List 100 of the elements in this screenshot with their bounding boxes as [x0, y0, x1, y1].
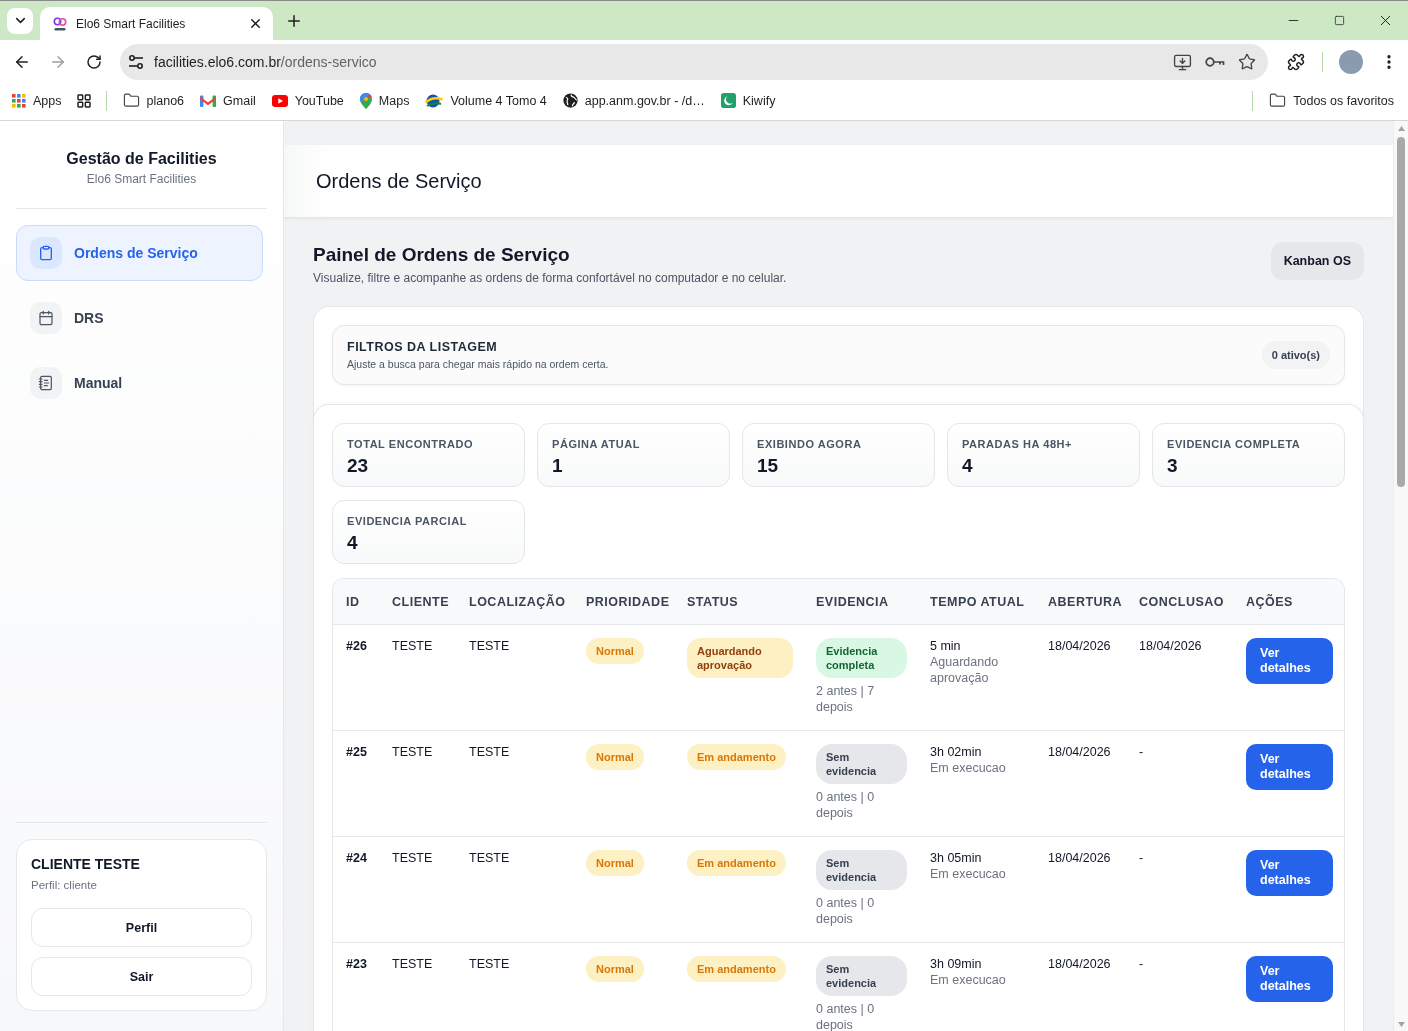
nav-item[interactable]: DRS	[16, 290, 263, 346]
column-header: ID	[345, 594, 361, 609]
profile-avatar[interactable]	[1339, 50, 1363, 74]
location-name: TESTE	[469, 850, 510, 866]
app-subtitle: Elo6 Smart Facilities	[85, 171, 198, 187]
filter-title: FILTROS DA LISTAGEM	[347, 339, 499, 355]
scrollbar[interactable]	[1393, 121, 1408, 1031]
column-header: STATUS	[686, 594, 740, 609]
time-status: Em execucao	[930, 760, 1007, 776]
evidence-tag: Evidencia completa	[816, 638, 907, 678]
evidence-count: 0 antes | 0 depois	[816, 789, 876, 821]
details-button[interactable]: Ver detalhes	[1246, 744, 1333, 790]
bookmark[interactable]: YouTube	[263, 86, 352, 115]
closed-date: -	[1139, 956, 1144, 972]
crescent-icon	[720, 93, 736, 108]
evidence-count: 0 antes | 0 depois	[816, 895, 876, 927]
address-bar[interactable]: facilities.elo6.com.br/ordens-servico	[120, 44, 1268, 80]
column-header: LOCALIZAÇÃO	[468, 594, 567, 609]
notebook-icon	[30, 367, 62, 399]
logo-icon	[53, 16, 67, 31]
bookmark-folder[interactable]: Todos os favoritos	[1261, 86, 1402, 115]
site-settings-icon[interactable]	[128, 55, 144, 69]
priority-tag: Normal	[586, 744, 644, 770]
close-icon[interactable]	[248, 16, 263, 31]
evidence-tag: Sem evidencia	[816, 744, 907, 784]
client-name: TESTE	[392, 956, 433, 972]
app-title: Gestão de Facilities	[65, 149, 218, 169]
star-icon[interactable]	[1238, 53, 1256, 71]
grid-icon[interactable]	[75, 92, 92, 109]
mail-icon	[200, 94, 217, 107]
stat-label: EXIBINDO AGORA	[757, 437, 863, 451]
stat-label: PÁGINA ATUAL	[552, 437, 642, 451]
globe-icon	[562, 93, 578, 108]
bookmark[interactable]: plano6	[114, 86, 193, 115]
elapsed-time: 5 min	[930, 638, 962, 654]
active-filter-count: 0 ativo(s)	[1261, 341, 1330, 369]
arrow-right-icon[interactable]	[49, 53, 67, 71]
details-button[interactable]: Ver detalhes	[1246, 850, 1333, 896]
bookmark[interactable]: app.anm.gov.br - /d…	[554, 86, 713, 115]
nav-item[interactable]: Manual	[16, 355, 263, 411]
calendar-icon	[30, 302, 62, 334]
bookmark[interactable]: Apps	[4, 86, 70, 115]
user-name: CLIENTE TESTE	[31, 855, 141, 873]
closed-date: -	[1139, 850, 1144, 866]
order-id: #25	[346, 744, 367, 760]
priority-tag: Normal	[586, 956, 644, 982]
bookmark[interactable]: Maps	[351, 86, 418, 115]
profile-button[interactable]: Perfil	[31, 908, 252, 947]
play-icon	[271, 94, 288, 107]
location-name: TESTE	[469, 956, 510, 972]
details-button[interactable]: Ver detalhes	[1246, 956, 1333, 1002]
evidence-tag: Sem evidencia	[816, 850, 907, 890]
apps-grid-icon	[12, 93, 26, 108]
monitor-download-icon[interactable]	[1173, 52, 1192, 72]
evidence-tag: Sem evidencia	[816, 956, 907, 996]
elapsed-time: 3h 05min	[930, 850, 983, 866]
stat-label: TOTAL ENCONTRADO	[347, 437, 475, 451]
user-role: Perfil: cliente	[31, 878, 98, 892]
panel-subtitle: Visualize, filtre e acompanhe as ordens de forma confortável no computador e no celular.	[313, 270, 787, 286]
browser-tab[interactable]: Elo6 Smart Facilities	[40, 7, 273, 40]
stat-value: 1	[552, 455, 564, 477]
order-id: #23	[346, 956, 367, 972]
stat-label: PARADAS HA 48H+	[962, 437, 1074, 451]
opened-date: 18/04/2026	[1048, 744, 1111, 760]
puzzle-icon[interactable]	[1287, 53, 1305, 71]
stat-value: 4	[962, 455, 974, 477]
status-tag: Em andamento	[687, 744, 786, 770]
key-icon[interactable]	[1205, 57, 1225, 67]
closed-date: 18/04/2026	[1139, 638, 1202, 654]
column-header: EVIDENCIA	[815, 594, 890, 609]
folder-icon	[122, 92, 140, 109]
client-name: TESTE	[392, 638, 433, 654]
details-button[interactable]: Ver detalhes	[1246, 638, 1333, 684]
opened-date: 18/04/2026	[1048, 638, 1111, 654]
page-title: Ordens de Serviço	[316, 169, 482, 193]
client-name: TESTE	[392, 744, 433, 760]
status-tag: Em andamento	[687, 850, 786, 876]
priority-tag: Normal	[586, 638, 644, 664]
closed-date: -	[1139, 744, 1144, 760]
kanban-button[interactable]: Kanban OS	[1270, 242, 1364, 280]
tab-title: Elo6 Smart Facilities	[76, 16, 187, 31]
stat-value: 3	[1167, 455, 1179, 477]
url-text[interactable]: facilities.elo6.com.br/ordens-servico	[154, 54, 1163, 70]
folder-icon	[1269, 92, 1287, 109]
bookmark[interactable]: Volume 4 Tomo 4	[417, 86, 555, 115]
reload-icon[interactable]	[86, 54, 102, 70]
tab-search-button[interactable]	[7, 7, 33, 34]
bookmark[interactable]: Gmail	[192, 86, 264, 115]
scrollbar-thumb[interactable]	[1397, 137, 1405, 487]
column-header: AÇÕES	[1245, 594, 1294, 609]
stat-label: EVIDENCIA PARCIAL	[347, 514, 468, 528]
nav-item[interactable]: Ordens de Serviço	[16, 225, 263, 281]
filter-panel[interactable]: FILTROS DA LISTAGEM Ajuste a busca para chegar mais rápido na ordem certa. 0 ativo(s)	[332, 325, 1345, 385]
opened-date: 18/04/2026	[1048, 850, 1111, 866]
column-header: TEMPO ATUAL	[929, 594, 1026, 609]
bookmark[interactable]: Kiwify	[712, 86, 784, 115]
order-id: #24	[346, 850, 367, 866]
maximize-icon[interactable]	[1333, 15, 1345, 26]
elapsed-time: 3h 09min	[930, 956, 983, 972]
logout-button[interactable]: Sair	[31, 957, 252, 996]
